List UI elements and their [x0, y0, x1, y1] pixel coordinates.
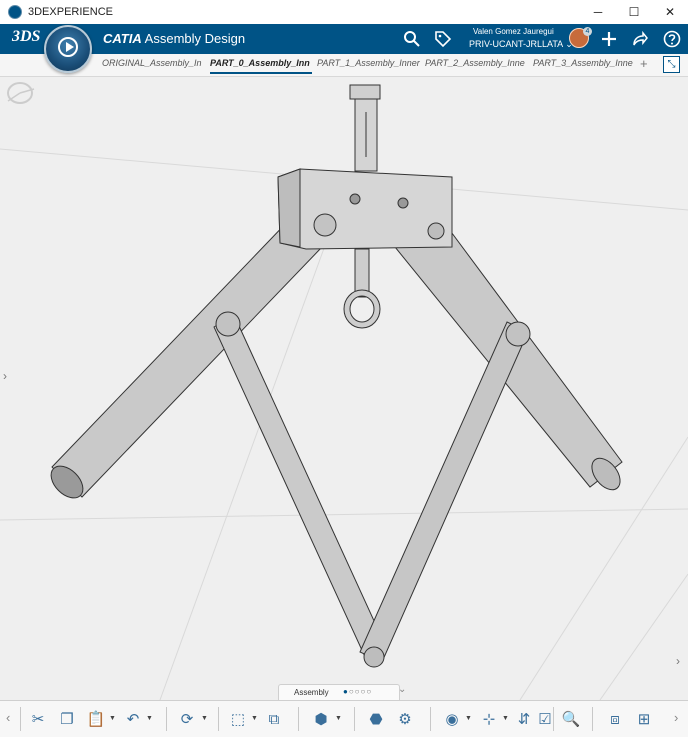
section-label: Assembly: [294, 688, 329, 697]
tab-part-3-assembly[interactable]: PART_3_Assembly_Inne: [533, 58, 637, 68]
snap-dropdown-icon[interactable]: ▼: [465, 715, 472, 722]
bracket: [277, 168, 453, 250]
compass-widget[interactable]: [44, 25, 92, 73]
snap-icon[interactable]: ◉: [440, 707, 464, 731]
separator: [20, 707, 21, 731]
insert-existing-icon[interactable]: ⧉: [262, 707, 286, 731]
section-tab[interactable]: Assembly ●○○○○: [278, 684, 400, 701]
window-controls: ─ ☐ ✕: [580, 0, 688, 24]
bottom-pin: [363, 646, 385, 668]
cut-icon[interactable]: ✂: [26, 707, 50, 731]
window-titlebar: 3DEXPERIENCE ─ ☐ ✕: [0, 0, 688, 25]
app-title: CATIA Assembly Design: [103, 31, 245, 46]
constraint-icon[interactable]: ⬣: [364, 707, 388, 731]
separator: [298, 707, 299, 731]
document-tabs: ORIGINAL_Assembly_In PART_0_Assembly_Inn…: [0, 54, 688, 77]
product-icon[interactable]: ⬢: [309, 707, 333, 731]
scroll-left-icon[interactable]: ‹: [6, 710, 10, 725]
tab-original-assembly[interactable]: ORIGINAL_Assembly_In: [102, 58, 207, 68]
app-name: Assembly Design: [144, 31, 246, 46]
left-link: [213, 311, 387, 660]
close-button[interactable]: ✕: [652, 0, 688, 24]
separator: [166, 707, 167, 731]
update-icon[interactable]: ⟳: [175, 707, 199, 731]
scroll-right-icon[interactable]: ›: [674, 710, 678, 725]
3d-compass-icon[interactable]: [0, 77, 44, 113]
update-dropdown-icon[interactable]: ▼: [201, 715, 208, 722]
eye-bolt: [343, 248, 381, 329]
top-bolt: [349, 84, 381, 172]
section-pager[interactable]: ●○○○○: [343, 687, 372, 696]
tab-part-0-assembly[interactable]: PART_0_Assembly_Inn: [210, 58, 312, 74]
tenant-selector[interactable]: PRIV-UCANT-JRLLATA ⌄: [469, 39, 573, 50]
fix-icon[interactable]: ⚙: [393, 707, 417, 731]
product-dropdown-icon[interactable]: ▼: [335, 715, 342, 722]
axis-icon[interactable]: ⊹: [477, 707, 501, 731]
tab-part-1-assembly[interactable]: PART_1_Assembly_Inner: [317, 58, 422, 68]
separator: [430, 707, 431, 731]
separator: [592, 707, 593, 731]
3d-viewport[interactable]: › ›: [0, 77, 688, 700]
expand-icon[interactable]: ⤡: [663, 56, 680, 73]
play-icon: [58, 37, 78, 57]
undo-dropdown-icon[interactable]: ▼: [146, 715, 153, 722]
copy-icon[interactable]: ❐: [55, 707, 79, 731]
user-name: Valen Gomez Jauregui: [473, 27, 554, 36]
paste-dropdown-icon[interactable]: ▼: [109, 715, 116, 722]
clash-icon[interactable]: ⧈: [603, 707, 627, 731]
app-topbar: 3DS CATIA Assembly Design Valen Gomez Ja…: [0, 24, 688, 54]
app-logo-icon: [8, 5, 22, 19]
measure-icon[interactable]: ⊞: [632, 707, 656, 731]
paste-icon[interactable]: 📋: [84, 707, 108, 731]
3d-model-render: [0, 84, 688, 700]
chevron-down-icon[interactable]: ⌄: [398, 684, 406, 695]
tenant-label: PRIV-UCANT-JRLLATA: [469, 39, 563, 49]
axis-dropdown-icon[interactable]: ▼: [502, 715, 509, 722]
app-brand: CATIA: [103, 31, 142, 46]
share-icon[interactable]: [630, 29, 650, 49]
add-tab-button[interactable]: +: [640, 56, 648, 71]
undo-icon[interactable]: ↶: [121, 707, 145, 731]
insert-component-icon[interactable]: ⬚: [226, 707, 250, 731]
maximize-button[interactable]: ☐: [616, 0, 652, 24]
separator: [553, 707, 554, 731]
right-panel-arrow-icon[interactable]: ›: [676, 654, 680, 668]
tag-icon[interactable]: [433, 29, 453, 49]
help-icon[interactable]: [662, 29, 682, 49]
separator: [218, 707, 219, 731]
action-bar: ‹ ✂ ❐ 📋 ▼ ↶ ▼ ⟳ ▼ ⬚ ▼ ⧉ ⬢ ▼ ⬣ ⚙ ◉ ▼ ⊹ ▼ …: [0, 700, 688, 737]
insert-dropdown-icon[interactable]: ▼: [251, 715, 258, 722]
search-icon[interactable]: [402, 29, 422, 49]
plus-icon[interactable]: [599, 29, 619, 49]
right-link: [359, 321, 531, 663]
window-title: 3DEXPERIENCE: [28, 6, 113, 18]
separator: [354, 707, 355, 731]
tab-part-2-assembly[interactable]: PART_2_Assembly_Inne: [425, 58, 529, 68]
analysis-icon[interactable]: 🔍: [559, 707, 583, 731]
notification-badge: 4: [583, 27, 592, 36]
ds-logo[interactable]: 3DS: [12, 28, 40, 46]
left-panel-arrow-icon[interactable]: ›: [3, 369, 7, 383]
minimize-button[interactable]: ─: [580, 0, 616, 24]
